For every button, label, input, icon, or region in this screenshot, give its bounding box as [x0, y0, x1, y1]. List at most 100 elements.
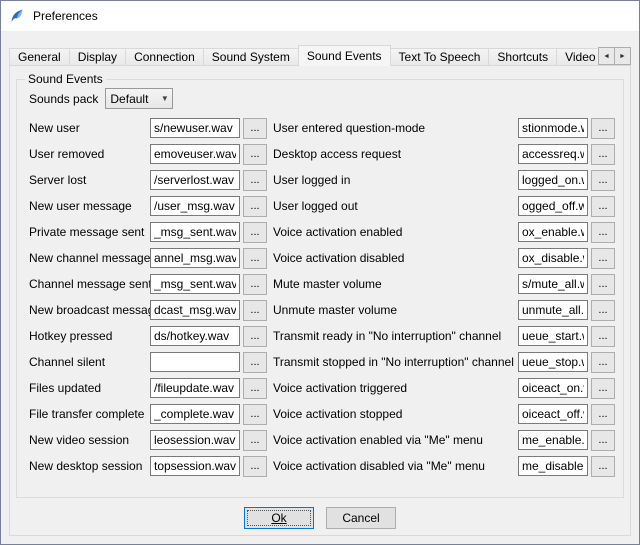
tab-connection[interactable]: Connection	[125, 48, 204, 66]
sound-event-label: Mute master volume	[273, 277, 518, 291]
sound-event-label: File transfer complete	[29, 407, 150, 421]
browse-button[interactable]: ...	[591, 274, 615, 295]
tab-sound-system[interactable]: Sound System	[203, 48, 299, 66]
sound-file-input[interactable]	[518, 404, 588, 424]
sound-file-input[interactable]	[150, 378, 240, 398]
browse-button[interactable]: ...	[243, 222, 267, 243]
browse-button[interactable]: ...	[243, 118, 267, 139]
sound-event-row: New broadcast message ...	[29, 297, 267, 323]
browse-button[interactable]: ...	[591, 222, 615, 243]
sound-file-input[interactable]	[150, 222, 240, 242]
browse-button[interactable]: ...	[243, 430, 267, 451]
sound-file-input[interactable]	[150, 248, 240, 268]
sound-event-label: New video session	[29, 433, 150, 447]
sound-file-input[interactable]	[518, 274, 588, 294]
sound-event-label: Channel message sent	[29, 277, 150, 291]
sound-file-input[interactable]	[150, 404, 240, 424]
sound-file-input[interactable]	[150, 118, 240, 138]
sound-file-input[interactable]	[518, 144, 588, 164]
tab-scroll-right-button[interactable]: ►	[614, 47, 631, 65]
browse-button[interactable]: ...	[243, 170, 267, 191]
browse-button[interactable]: ...	[243, 352, 267, 373]
sound-event-label: Server lost	[29, 173, 150, 187]
sound-file-input[interactable]	[518, 378, 588, 398]
tab-text-to-speech[interactable]: Text To Speech	[390, 48, 490, 66]
sound-file-input[interactable]	[518, 118, 588, 138]
sound-file-input[interactable]	[150, 326, 240, 346]
sound-events-grid: New user ... User removed ... Server los…	[29, 115, 615, 479]
browse-button[interactable]: ...	[243, 196, 267, 217]
sound-file-input[interactable]	[518, 326, 588, 346]
browse-button[interactable]: ...	[591, 404, 615, 425]
browse-button[interactable]: ...	[243, 456, 267, 477]
ok-button-label: Ok	[271, 511, 286, 525]
browse-button[interactable]: ...	[243, 144, 267, 165]
sound-file-input[interactable]	[518, 352, 588, 372]
sound-file-input[interactable]	[150, 430, 240, 450]
browse-button[interactable]: ...	[591, 430, 615, 451]
sound-file-input[interactable]	[518, 456, 588, 476]
sound-event-row: User removed ...	[29, 141, 267, 167]
browse-button[interactable]: ...	[591, 248, 615, 269]
sound-file-input[interactable]	[150, 456, 240, 476]
sound-event-row: Voice activation stopped ...	[273, 401, 615, 427]
sound-event-label: Voice activation stopped	[273, 407, 518, 421]
sound-event-row: Server lost ...	[29, 167, 267, 193]
dialog-footer: Ok Cancel	[10, 507, 630, 529]
sound-file-input[interactable]	[518, 196, 588, 216]
sound-event-row: Hotkey pressed ...	[29, 323, 267, 349]
tab-general[interactable]: General	[9, 48, 70, 66]
tab-scroll-left-button[interactable]: ◄	[598, 47, 615, 65]
sound-event-row: User entered question-mode ...	[273, 115, 615, 141]
tab-scroller: ◄ ►	[597, 47, 631, 65]
sounds-pack-row: Sounds pack Default ▼	[29, 88, 623, 109]
cancel-button[interactable]: Cancel	[326, 507, 396, 529]
browse-button[interactable]: ...	[243, 404, 267, 425]
sounds-pack-select[interactable]: Default ▼	[105, 88, 173, 109]
sound-file-input[interactable]	[150, 170, 240, 190]
tab-shortcuts[interactable]: Shortcuts	[488, 48, 557, 66]
sound-file-input[interactable]	[150, 300, 240, 320]
sound-event-row: User logged in ...	[273, 167, 615, 193]
browse-button[interactable]: ...	[243, 300, 267, 321]
browse-button[interactable]: ...	[243, 248, 267, 269]
sound-event-label: User logged in	[273, 173, 518, 187]
sound-event-label: User logged out	[273, 199, 518, 213]
browse-button[interactable]: ...	[591, 352, 615, 373]
sound-event-label: Transmit stopped in "No interruption" ch…	[273, 355, 518, 369]
sound-events-group: Sound Events Sounds pack Default ▼ New u…	[16, 72, 624, 498]
sound-event-row: Voice activation enabled ...	[273, 219, 615, 245]
sounds-pack-value: Default	[106, 92, 157, 106]
sound-file-input[interactable]	[150, 196, 240, 216]
window-title: Preferences	[33, 9, 98, 23]
sound-file-input[interactable]	[518, 248, 588, 268]
chevron-down-icon: ▼	[157, 94, 172, 103]
browse-button[interactable]: ...	[243, 274, 267, 295]
titlebar: Preferences	[1, 1, 639, 31]
browse-button[interactable]: ...	[243, 326, 267, 347]
preferences-window: Preferences General Display Connection S…	[0, 0, 640, 545]
sound-event-label: Private message sent	[29, 225, 150, 239]
sound-event-row: New desktop session ...	[29, 453, 267, 479]
tab-display[interactable]: Display	[69, 48, 126, 66]
sound-file-input[interactable]	[150, 352, 240, 372]
sound-file-input[interactable]	[150, 274, 240, 294]
browse-button[interactable]: ...	[591, 196, 615, 217]
sound-file-input[interactable]	[518, 430, 588, 450]
ok-button[interactable]: Ok	[244, 507, 314, 529]
sound-event-label: Unmute master volume	[273, 303, 518, 317]
tab-sound-events[interactable]: Sound Events	[298, 45, 391, 66]
browse-button[interactable]: ...	[591, 118, 615, 139]
sound-file-input[interactable]	[518, 222, 588, 242]
browse-button[interactable]: ...	[243, 378, 267, 399]
browse-button[interactable]: ...	[591, 456, 615, 477]
browse-button[interactable]: ...	[591, 378, 615, 399]
sound-event-row: Voice activation enabled via "Me" menu .…	[273, 427, 615, 453]
sound-file-input[interactable]	[150, 144, 240, 164]
sound-file-input[interactable]	[518, 300, 588, 320]
sound-file-input[interactable]	[518, 170, 588, 190]
browse-button[interactable]: ...	[591, 144, 615, 165]
browse-button[interactable]: ...	[591, 170, 615, 191]
browse-button[interactable]: ...	[591, 300, 615, 321]
browse-button[interactable]: ...	[591, 326, 615, 347]
